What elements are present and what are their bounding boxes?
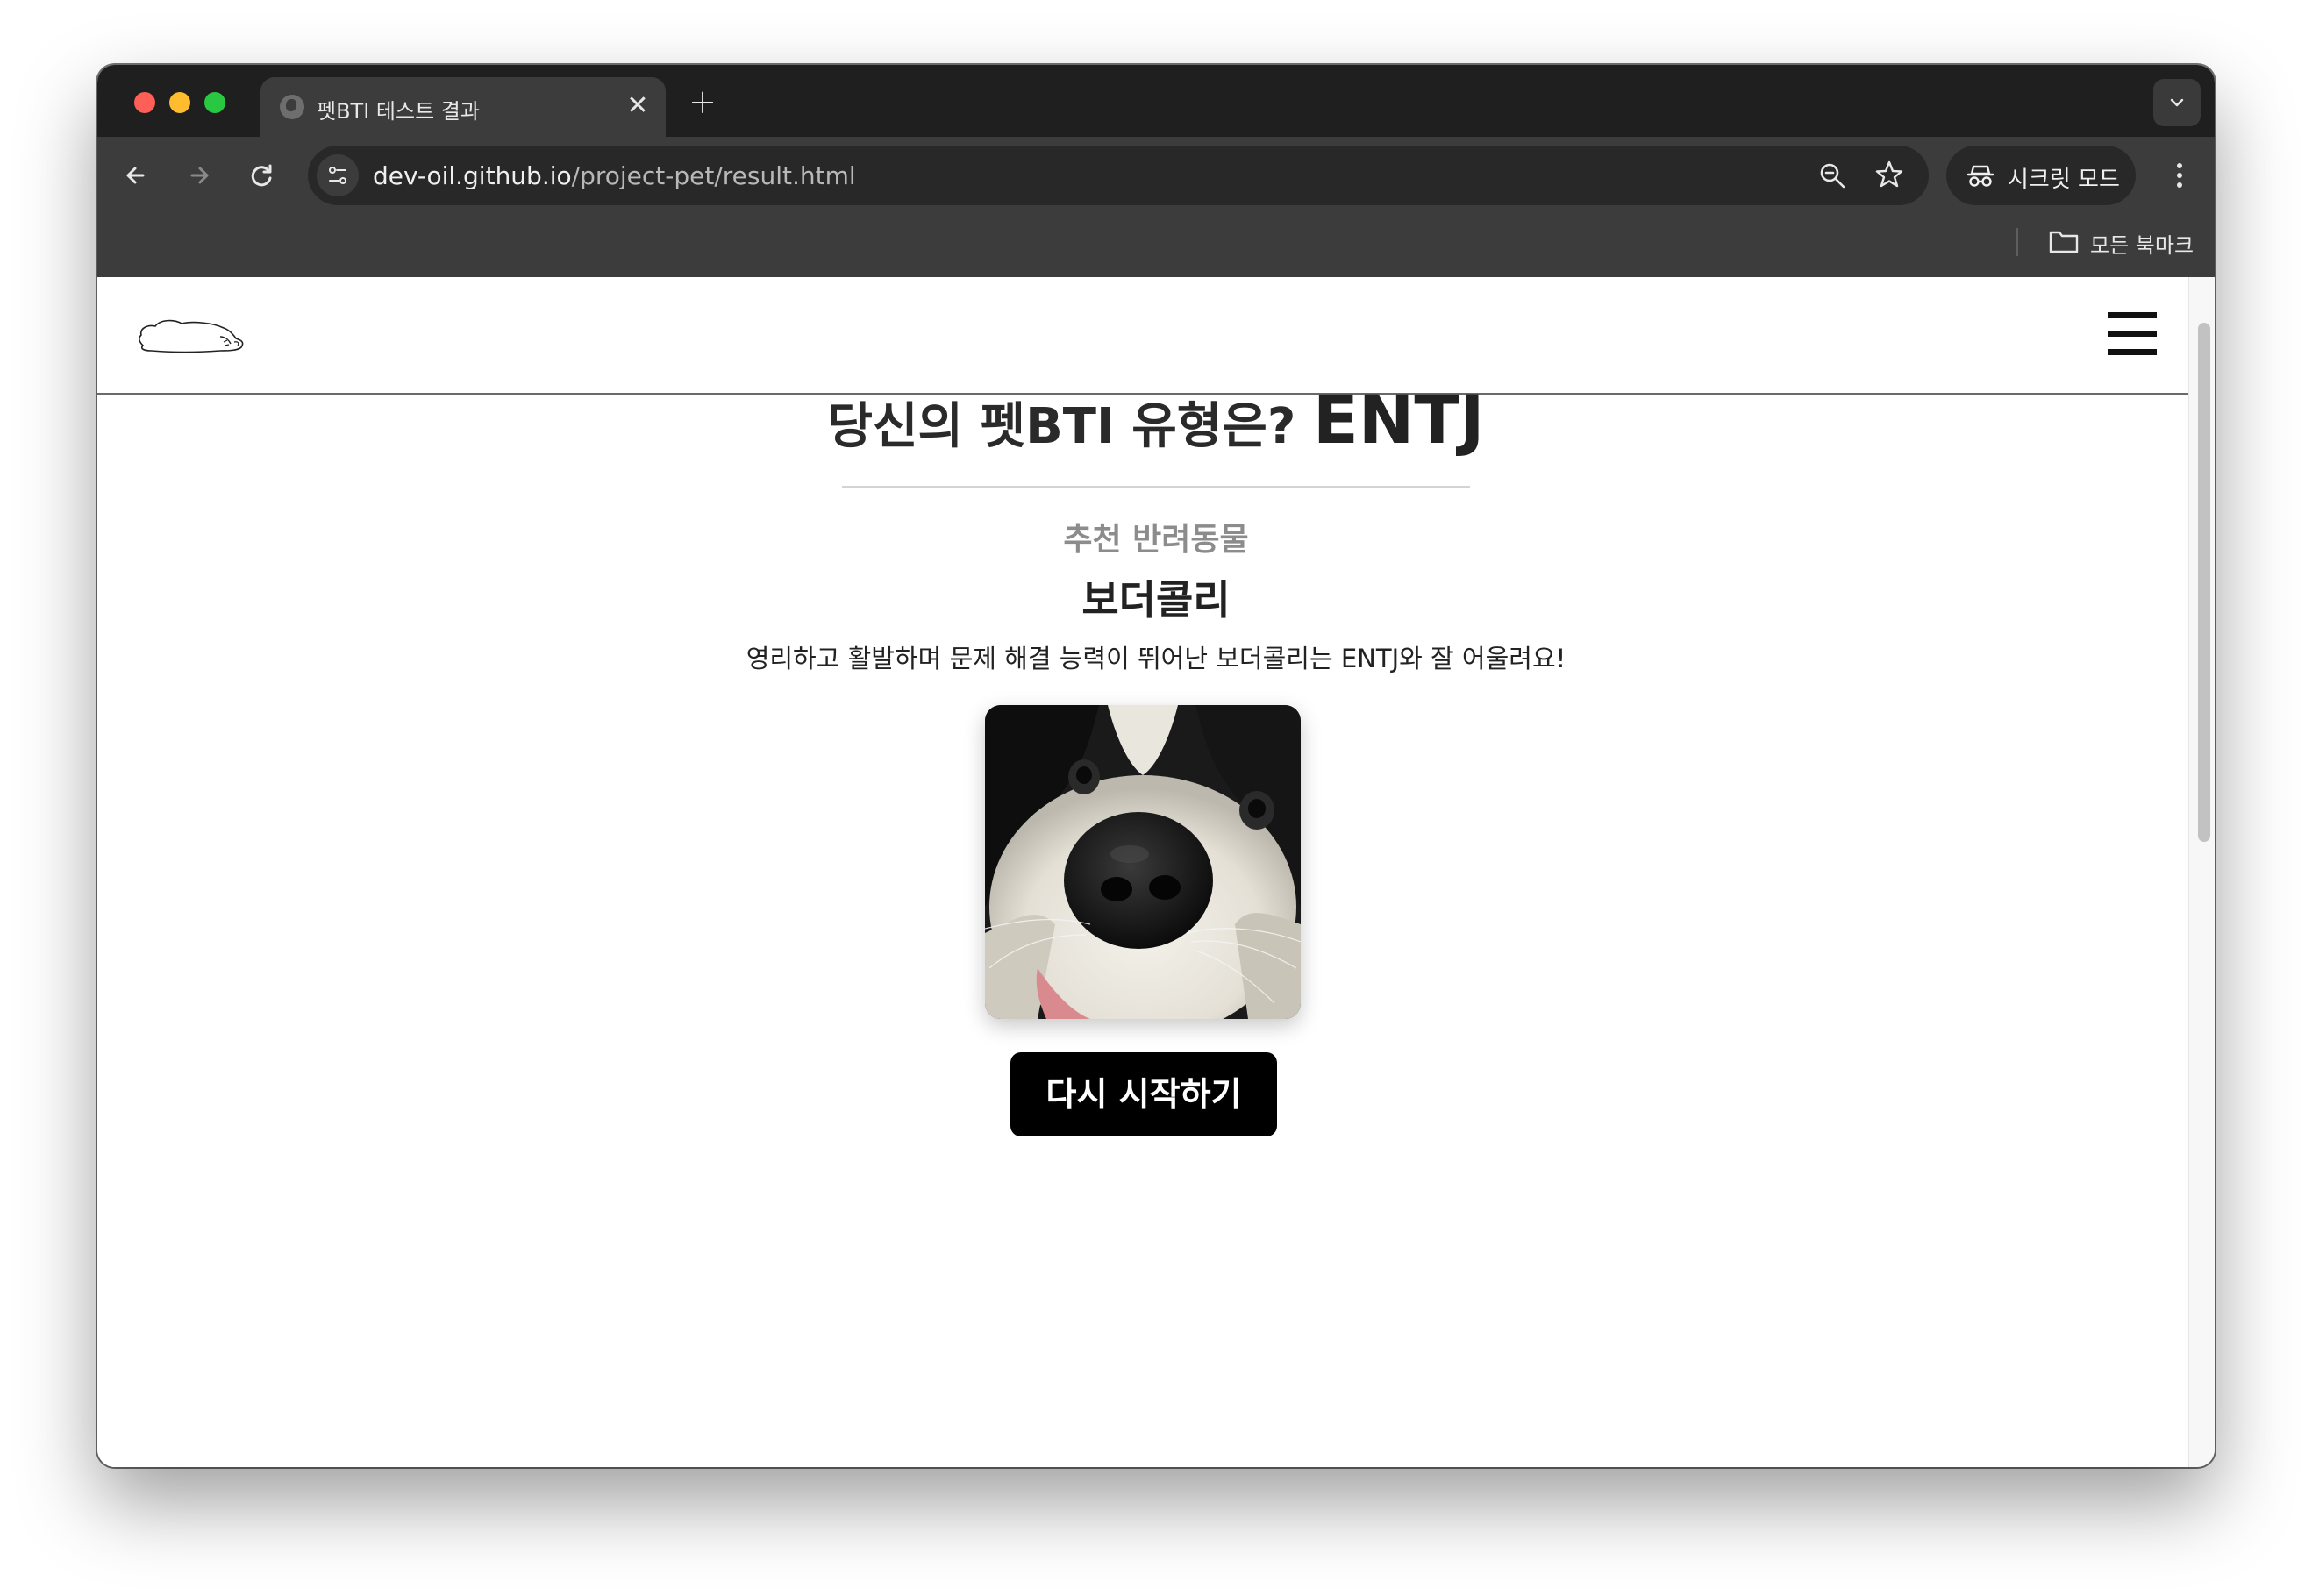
url-path: /project-pet/result.html bbox=[571, 161, 856, 190]
tab-active[interactable]: 펫BTI 테스트 결과 ✕ bbox=[260, 77, 666, 137]
star-icon bbox=[1875, 160, 1903, 188]
reload-icon bbox=[251, 164, 272, 187]
tab-strip: 펫BTI 테스트 결과 ✕ + bbox=[97, 65, 2215, 137]
all-bookmarks-button[interactable]: 모든 북마크 bbox=[2090, 228, 2194, 259]
sleeping-pet-logo-icon[interactable] bbox=[136, 316, 246, 363]
back-button[interactable] bbox=[117, 156, 155, 195]
close-window-button[interactable] bbox=[134, 92, 155, 113]
reload-button[interactable] bbox=[243, 156, 282, 195]
page-scrollbar[interactable] bbox=[2188, 277, 2215, 1467]
forward-button[interactable] bbox=[180, 156, 218, 195]
bookmarks-bar: 모든 북마크 bbox=[97, 214, 2215, 277]
headline-divider bbox=[842, 486, 1470, 488]
pet-name: 보더콜리 bbox=[1081, 576, 1231, 623]
restart-button[interactable]: 다시 시작하기 bbox=[1010, 1052, 1277, 1136]
minimize-window-button[interactable] bbox=[169, 92, 190, 113]
tune-icon bbox=[329, 167, 346, 184]
maximize-window-button[interactable] bbox=[204, 92, 225, 113]
bookmark-star-button[interactable] bbox=[1874, 160, 1904, 189]
chevron-down-icon bbox=[2170, 98, 2184, 107]
result-headline: 당신의 펫BTI 유형은? ENTJ bbox=[97, 381, 2215, 459]
result-question: 당신의 펫BTI 유형은? bbox=[827, 398, 1296, 455]
more-vert-icon bbox=[2177, 163, 2182, 188]
browser-menu-button[interactable] bbox=[2162, 158, 2197, 193]
zoom-button[interactable] bbox=[1818, 161, 1846, 189]
pet-description: 영리하고 활발하며 문제 해결 능력이 뛰어난 보더콜리는 ENTJ와 잘 어울… bbox=[746, 644, 1566, 673]
zoom-out-icon bbox=[1820, 163, 1845, 189]
site-info-button[interactable] bbox=[317, 154, 359, 196]
url-host: dev-oil.github.io bbox=[373, 161, 572, 190]
browser-toolbar: dev-oil.github.io/project-pet/result.htm… bbox=[97, 137, 2215, 214]
address-bar[interactable]: dev-oil.github.io/project-pet/result.htm… bbox=[308, 146, 1929, 205]
incognito-icon bbox=[1967, 165, 1994, 187]
pet-photo bbox=[985, 705, 1301, 1019]
new-tab-button[interactable]: + bbox=[685, 84, 720, 119]
folder-icon bbox=[2048, 226, 2080, 260]
arrow-right-icon bbox=[190, 167, 209, 184]
arrow-left-icon bbox=[126, 167, 145, 184]
globe-icon bbox=[280, 95, 304, 119]
tab-close-icon[interactable]: ✕ bbox=[624, 93, 652, 121]
browser-window: 펫BTI 테스트 결과 ✕ + dev-oil.github.io/projec… bbox=[97, 65, 2215, 1467]
tab-search-button[interactable] bbox=[2153, 79, 2201, 126]
tab-title: 펫BTI 테스트 결과 bbox=[317, 99, 480, 124]
bookmarks-divider bbox=[2016, 228, 2018, 256]
site-header bbox=[97, 277, 2188, 395]
result-type: ENTJ bbox=[1312, 381, 1485, 459]
hamburger-menu-icon[interactable] bbox=[2108, 312, 2157, 355]
scrollbar-thumb[interactable] bbox=[2198, 323, 2210, 842]
recommend-label: 추천 반려동물 bbox=[1063, 522, 1249, 558]
incognito-indicator[interactable]: 시크릿 모드 bbox=[1946, 146, 2136, 205]
url-text[interactable]: dev-oil.github.io/project-pet/result.htm… bbox=[373, 161, 856, 190]
incognito-label: 시크릿 모드 bbox=[2008, 167, 2120, 193]
